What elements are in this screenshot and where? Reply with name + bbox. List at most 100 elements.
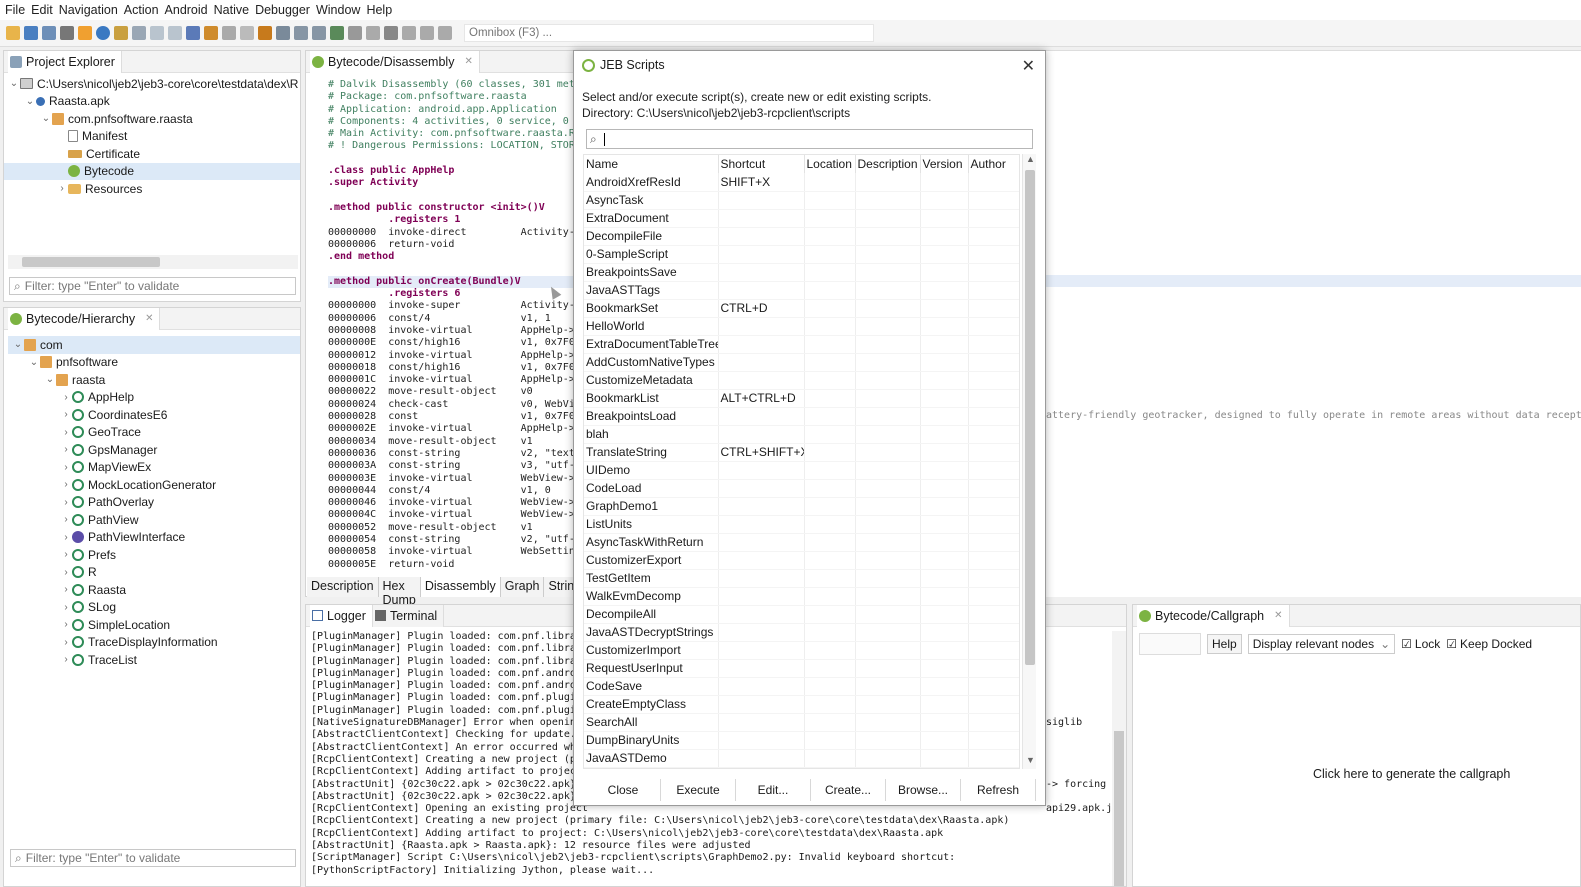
chevron-up-icon[interactable]: ▲ <box>1026 154 1035 164</box>
script-row[interactable]: CustomizerImport <box>584 641 1019 660</box>
script-icon[interactable] <box>204 26 218 40</box>
tab-bytecode-callgraph[interactable]: Bytecode/Callgraph ✕ <box>1137 605 1290 627</box>
expand-arrow-icon[interactable]: ⌄ <box>24 96 36 107</box>
script-row[interactable]: CustomizeMetadata <box>584 371 1019 390</box>
script-row[interactable]: DecompileAll <box>584 605 1019 624</box>
column-header-author[interactable]: Author <box>968 155 1019 173</box>
collapse-arrow-icon[interactable]: › <box>60 567 72 578</box>
collapse-arrow-icon[interactable]: › <box>60 532 72 543</box>
script-row[interactable]: UIDemo <box>584 461 1019 480</box>
collapse-arrow-icon[interactable]: › <box>56 183 68 194</box>
collapse-arrow-icon[interactable]: › <box>60 549 72 560</box>
tree-item[interactable]: › Raasta <box>8 581 300 599</box>
tab-hex-dump[interactable]: Hex Dump <box>378 577 421 607</box>
script-row[interactable]: AndroidXrefResId SHIFT+X <box>584 173 1019 192</box>
scrollbar-thumb[interactable] <box>1025 170 1035 665</box>
script-row[interactable]: ExtraDocument <box>584 209 1019 228</box>
tree-item[interactable]: › TraceList <box>8 651 300 669</box>
collapse-arrow-icon[interactable]: › <box>60 409 72 420</box>
globe-icon[interactable] <box>96 26 110 40</box>
script-row[interactable]: ListUnits <box>584 515 1019 534</box>
script-row[interactable]: 0-SampleScript <box>584 245 1019 264</box>
tree-item[interactable]: ⌄ pnfsoftware <box>8 354 300 372</box>
scrollbar-thumb[interactable] <box>22 257 160 267</box>
tree-item[interactable]: › PathView <box>8 511 300 529</box>
menu-edit[interactable]: Edit <box>28 3 56 17</box>
script-row[interactable]: AddCustomNativeTypes <box>584 353 1019 372</box>
node-filter-select[interactable]: Display relevant nodes ⌄ <box>1247 634 1396 654</box>
step-icon[interactable] <box>402 26 416 40</box>
open-icon[interactable] <box>6 26 20 40</box>
collapse-arrow-icon[interactable]: › <box>60 584 72 595</box>
generate-callgraph-link[interactable]: Click here to generate the callgraph <box>1313 767 1510 781</box>
refresh-button[interactable]: Refresh <box>961 779 1036 801</box>
tab-graph[interactable]: Graph <box>500 577 545 597</box>
script-row[interactable]: TranslateString CTRL+SHIFT+X <box>584 443 1019 462</box>
type-icon[interactable] <box>312 26 326 40</box>
rename-icon[interactable] <box>240 26 254 40</box>
pause-icon[interactable] <box>366 26 380 40</box>
collapse-arrow-icon[interactable]: › <box>60 462 72 473</box>
menu-action[interactable]: Action <box>121 3 162 17</box>
callgraph-empty-field[interactable] <box>1139 633 1201 655</box>
scrollbar-thumb[interactable] <box>1114 731 1124 886</box>
column-header-name[interactable]: Name <box>584 155 719 173</box>
tree-item[interactable]: › GpsManager <box>8 441 300 459</box>
menu-window[interactable]: Window <box>313 3 363 17</box>
column-header-version[interactable]: Version <box>920 155 969 173</box>
close-tab-icon[interactable]: ✕ <box>1274 610 1282 621</box>
script-row[interactable]: DecompileFile <box>584 227 1019 246</box>
column-header-shortcut[interactable]: Shortcut <box>718 155 805 173</box>
jump-icon[interactable] <box>114 26 128 40</box>
script-row[interactable]: BreakpointsLoad <box>584 407 1019 426</box>
script-row[interactable]: BookmarkSet CTRL+D <box>584 299 1019 318</box>
expand-arrow-icon[interactable]: ⌄ <box>44 374 56 385</box>
tree-item[interactable]: › CoordinatesE6 <box>8 406 300 424</box>
collapse-arrow-icon[interactable]: › <box>60 637 72 648</box>
tree-item[interactable]: ⌄ raasta <box>8 371 300 389</box>
script-row[interactable]: TestGetItem <box>584 569 1019 588</box>
tree-item[interactable]: Bytecode <box>4 162 300 180</box>
close-tab-icon[interactable]: ✕ <box>464 56 472 67</box>
graph-icon[interactable] <box>294 26 308 40</box>
script-row[interactable]: DumpBinaryUnits <box>584 731 1019 750</box>
edit-button[interactable]: Edit... <box>736 779 811 801</box>
close-icon[interactable]: ✕ <box>1022 56 1035 76</box>
grid-icon[interactable] <box>258 26 272 40</box>
tree-item[interactable]: Manifest <box>4 128 300 146</box>
plugin-icon[interactable] <box>186 26 200 40</box>
project-filter-input[interactable]: ⌕ Filter: type "Enter" to validate <box>9 277 296 295</box>
browse-button[interactable]: Browse... <box>886 779 961 801</box>
warning-icon[interactable] <box>78 26 92 40</box>
xref-icon[interactable] <box>132 26 146 40</box>
script-row[interactable]: WalkEvmDecomp <box>584 587 1019 606</box>
script-row[interactable]: BreakpointsSave <box>584 263 1019 282</box>
edit-icon[interactable] <box>222 26 236 40</box>
tree-item[interactable]: › PathViewInterface <box>8 529 300 547</box>
run-icon[interactable] <box>348 26 362 40</box>
help-button[interactable]: Help <box>1207 634 1242 654</box>
script-row[interactable]: JavaASTDemo <box>584 749 1019 768</box>
debug-icon[interactable] <box>60 26 74 40</box>
script-row[interactable]: JavaASTDecryptStrings <box>584 623 1019 642</box>
tree-item[interactable]: ⌄ com <box>8 336 300 354</box>
expand-arrow-icon[interactable]: ⌄ <box>28 357 40 368</box>
tab-disassembly[interactable]: Disassembly <box>420 577 501 597</box>
tree-item[interactable]: › MapViewEx <box>8 459 300 477</box>
collapse-arrow-icon[interactable]: › <box>60 444 72 455</box>
script-row[interactable]: CustomizerExport <box>584 551 1019 570</box>
tab-bytecode-hierarchy[interactable]: Bytecode/Hierarchy ✕ <box>8 308 161 330</box>
hierarchy-filter-input[interactable]: ⌕ Filter: type "Enter" to validate <box>10 849 296 867</box>
tab-terminal[interactable]: Terminal <box>372 605 445 627</box>
expand-arrow-icon[interactable]: ⌄ <box>12 339 24 350</box>
tree-item[interactable]: › GeoTrace <box>8 424 300 442</box>
tab-bytecode-disassembly[interactable]: Bytecode/Disassembly ✕ <box>310 51 480 73</box>
stop-icon[interactable] <box>384 26 398 40</box>
tree-item[interactable]: › Resources <box>4 180 300 198</box>
tree-item[interactable]: › Prefs <box>8 546 300 564</box>
script-row[interactable]: SearchAll <box>584 713 1019 732</box>
tree-item[interactable]: › SLog <box>8 599 300 617</box>
menu-debugger[interactable]: Debugger <box>252 3 313 17</box>
collapse-arrow-icon[interactable]: › <box>60 479 72 490</box>
expand-arrow-icon[interactable]: ⌄ <box>8 78 20 89</box>
